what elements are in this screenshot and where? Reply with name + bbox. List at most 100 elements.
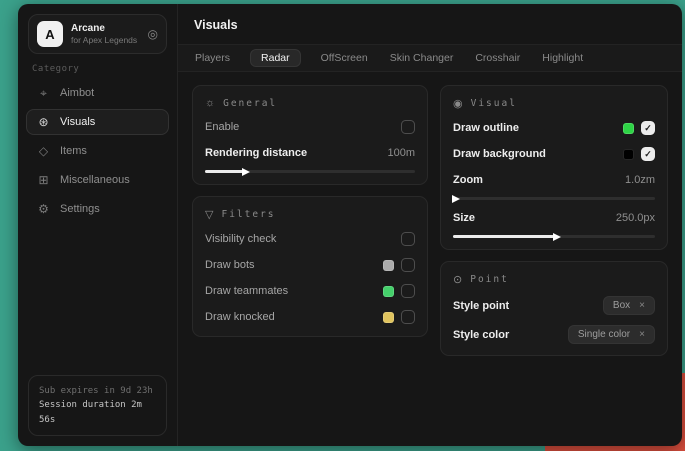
settings-icon: ⚙ (37, 202, 50, 216)
slider-fill (205, 170, 243, 173)
sidebar: A Arcane for Apex Legends ◎ Category ⌖ A… (18, 4, 178, 446)
panel-title: General (223, 98, 277, 109)
category-label: Category (32, 64, 163, 74)
page-title: Visuals (194, 18, 238, 32)
style-color-value: Single color (578, 329, 630, 340)
enable-label: Enable (205, 121, 239, 133)
size-value: 250.0px (616, 212, 655, 224)
draw-outline-checkbox[interactable]: ✓ (641, 121, 655, 135)
main-header: Visuals (178, 4, 682, 45)
draw-teammates-color-swatch[interactable] (383, 286, 394, 297)
general-icon: ☼ (205, 97, 215, 109)
rendering-distance-label: Rendering distance (205, 147, 307, 159)
visibility-check-checkbox[interactable] (401, 232, 415, 246)
brand-target-icon[interactable]: ◎ (148, 27, 158, 41)
draw-knocked-label: Draw knocked (205, 311, 275, 323)
draw-teammates-row: Draw teammates (205, 283, 415, 299)
sidebar-item-label: Items (60, 145, 87, 157)
draw-bots-label: Draw bots (205, 259, 255, 271)
sidebar-item-aimbot[interactable]: ⌖ Aimbot (26, 80, 169, 106)
eye-icon: ◉ (453, 97, 463, 110)
panel-visual: ◉ Visual Draw outline ✓ Draw background (440, 85, 668, 250)
items-icon: ◇ (37, 144, 50, 158)
style-point-select[interactable]: Box × (603, 296, 655, 315)
draw-bots-color-swatch[interactable] (383, 260, 394, 271)
content: ☼ General Enable Rendering distance 100m (178, 72, 682, 446)
panel-title: Filters (221, 209, 275, 220)
tab-offscreen[interactable]: OffScreen (319, 49, 370, 67)
panel-point-header: ⊙ Point (453, 273, 655, 286)
style-point-clear-icon[interactable]: × (639, 300, 645, 311)
draw-background-row: Draw background ✓ (453, 146, 655, 162)
size-row: Size 250.0px (453, 210, 655, 226)
session-duration-text: Session duration 2m 56s (39, 398, 156, 427)
panel-point: ⊙ Point Style point Box × Style color S (440, 261, 668, 356)
size-label: Size (453, 212, 475, 224)
brand-text: Arcane for Apex Legends (71, 23, 137, 45)
draw-knocked-checkbox[interactable] (401, 310, 415, 324)
app-logo-letter: A (45, 27, 54, 42)
tab-players[interactable]: Players (193, 49, 232, 67)
draw-knocked-row: Draw knocked (205, 309, 415, 325)
draw-teammates-controls (383, 284, 415, 298)
app-title: Arcane (71, 23, 137, 35)
panel-general: ☼ General Enable Rendering distance 100m (192, 85, 428, 185)
draw-background-color-swatch[interactable] (623, 149, 634, 160)
style-color-clear-icon[interactable]: × (639, 329, 645, 340)
slider-thumb[interactable] (242, 168, 254, 176)
visuals-icon: ⊛ (37, 115, 50, 129)
draw-bots-row: Draw bots (205, 257, 415, 273)
panel-visual-header: ◉ Visual (453, 97, 655, 110)
tab-radar[interactable]: Radar (250, 49, 301, 67)
miscellaneous-icon: ⊞ (37, 173, 50, 187)
style-color-select[interactable]: Single color × (568, 325, 655, 344)
draw-background-checkbox[interactable]: ✓ (641, 147, 655, 161)
tab-highlight[interactable]: Highlight (540, 49, 585, 67)
rendering-distance-slider[interactable] (205, 170, 415, 173)
sidebar-nav: ⌖ Aimbot ⊛ Visuals ◇ Items ⊞ Miscellaneo… (18, 80, 177, 222)
draw-knocked-controls (383, 310, 415, 324)
panel-title: Point (470, 274, 509, 285)
draw-background-label: Draw background (453, 148, 546, 160)
sidebar-item-miscellaneous[interactable]: ⊞ Miscellaneous (26, 167, 169, 193)
style-point-row: Style point Box × (453, 296, 655, 315)
app-window: A Arcane for Apex Legends ◎ Category ⌖ A… (18, 4, 682, 446)
style-point-value: Box (613, 300, 630, 311)
aimbot-icon: ⌖ (37, 86, 50, 101)
tab-bar: Players Radar OffScreen Skin Changer Cro… (178, 45, 682, 72)
panel-general-header: ☼ General (205, 97, 415, 109)
draw-outline-controls: ✓ (623, 121, 655, 135)
zoom-value: 1.0zm (625, 174, 655, 186)
main-area: Visuals Players Radar OffScreen Skin Cha… (178, 4, 682, 446)
draw-outline-color-swatch[interactable] (623, 123, 634, 134)
draw-teammates-label: Draw teammates (205, 285, 288, 297)
panel-filters-header: ▽ Filters (205, 208, 415, 221)
filter-icon: ▽ (205, 208, 213, 221)
size-slider[interactable] (453, 235, 655, 238)
style-color-row: Style color Single color × (453, 325, 655, 344)
sidebar-item-label: Miscellaneous (60, 174, 130, 186)
tab-skin-changer[interactable]: Skin Changer (388, 49, 456, 67)
draw-teammates-checkbox[interactable] (401, 284, 415, 298)
draw-background-controls: ✓ (623, 147, 655, 161)
enable-checkbox[interactable] (401, 120, 415, 134)
app-brand: A Arcane for Apex Legends ◎ (28, 14, 167, 54)
sidebar-item-label: Aimbot (60, 87, 94, 99)
tab-crosshair[interactable]: Crosshair (473, 49, 522, 67)
rendering-distance-value: 100m (387, 147, 415, 159)
sidebar-item-label: Settings (60, 203, 100, 215)
sidebar-item-settings[interactable]: ⚙ Settings (26, 196, 169, 222)
session-info-card: Sub expires in 9d 23h Session duration 2… (28, 375, 167, 436)
slider-thumb[interactable] (452, 195, 464, 203)
sidebar-item-items[interactable]: ◇ Items (26, 138, 169, 164)
visibility-check-label: Visibility check (205, 233, 276, 245)
draw-bots-checkbox[interactable] (401, 258, 415, 272)
draw-knocked-color-swatch[interactable] (383, 312, 394, 323)
slider-thumb[interactable] (553, 233, 565, 241)
draw-outline-label: Draw outline (453, 122, 519, 134)
zoom-row: Zoom 1.0zm (453, 172, 655, 188)
rendering-distance-row: Rendering distance 100m (205, 145, 415, 161)
zoom-slider[interactable] (453, 197, 655, 200)
style-color-label: Style color (453, 329, 509, 341)
sidebar-item-visuals[interactable]: ⊛ Visuals (26, 109, 169, 135)
